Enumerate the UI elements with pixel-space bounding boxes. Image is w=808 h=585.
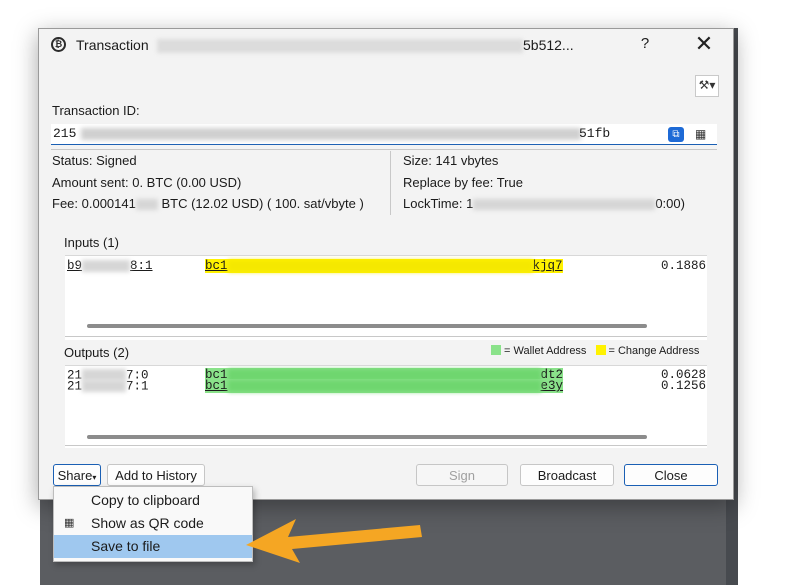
annotation-arrow-icon	[246, 519, 422, 563]
change-address-swatch	[595, 345, 606, 355]
size-text: Size: 141 vbytes	[403, 153, 499, 168]
add-to-history-button[interactable]: Add to History	[107, 464, 205, 486]
window-title: Transaction	[76, 37, 149, 53]
inputs-horizontal-scrollbar[interactable]	[87, 324, 647, 328]
outputs-bottom-separator	[65, 445, 707, 446]
address-legend: = Wallet Address = Change Address	[491, 345, 699, 357]
output-row-1-address[interactable]: bc1 e3y	[205, 379, 564, 394]
input-outpoint[interactable]: b9 8:1	[67, 259, 153, 273]
fee-suffix: BTC (12.02 USD) ( 100. sat/vbyte )	[161, 196, 364, 211]
copy-icon[interactable]: ⧉	[668, 127, 684, 142]
desktop-background-right	[738, 0, 808, 585]
chevron-down-icon: ▾	[92, 473, 97, 482]
amount-sent-text: Amount sent: 0. BTC (0.00 USD)	[52, 175, 242, 190]
share-button-label: Share	[57, 468, 93, 483]
sign-button[interactable]: Sign	[416, 464, 508, 486]
outputs-horizontal-scrollbar[interactable]	[87, 435, 647, 439]
share-button[interactable]: Share▾	[53, 464, 101, 486]
inputs-header: Inputs (1)	[64, 235, 119, 250]
locktime-prefix: LockTime: 1	[403, 196, 474, 211]
fee-prefix: Fee: 0.000141	[52, 196, 136, 211]
menu-item-copy-to-clipboard[interactable]: Copy to clipboard	[54, 489, 252, 512]
inputs-list[interactable]: b9 8:1 bc1 kjq7 0.1886	[65, 255, 707, 340]
replace-by-fee-text: Replace by fee: True	[403, 175, 523, 190]
outputs-list[interactable]: 21 7:0 21 7:1 bc1 dt2 bc1 e3y 0.0628 0.1256	[65, 365, 707, 448]
wallet-address-legend: = Wallet Address	[504, 345, 587, 357]
details-separator-top	[51, 149, 717, 150]
txid-start-text: 215	[53, 126, 77, 141]
desktop-background-left	[0, 0, 40, 585]
change-address-legend: = Change Address	[608, 345, 700, 357]
redacted-title-text	[157, 39, 523, 53]
redacted-fee-digits	[135, 199, 158, 211]
output-row-1-amount: 0.1256	[661, 379, 707, 393]
desktop-background-top	[0, 0, 808, 28]
transaction-id-field[interactable]: 215 51fb	[51, 124, 717, 145]
output-row-1-outpoint[interactable]: 21 7:1	[67, 380, 149, 393]
electrum-app-icon: ₿	[51, 37, 66, 52]
redacted-locktime	[473, 199, 656, 211]
transaction-dialog: ₿ Transaction 5b512... ? ✕ ⚒▾ Transactio…	[38, 28, 734, 500]
transaction-id-label: Transaction ID:	[52, 103, 140, 118]
wallet-address-highlight: bc1 e3y	[205, 379, 564, 394]
status-text: Status: Signed	[52, 153, 137, 168]
qr-code-icon[interactable]: ▦	[695, 127, 709, 141]
fee-text: Fee: 0.000141 BTC (12.02 USD) ( 100. sat…	[52, 196, 364, 211]
share-menu: Copy to clipboard ▦ Show as QR code Save…	[53, 486, 253, 562]
locktime-suffix: 0:00)	[655, 196, 685, 211]
input-address[interactable]: bc1 kjq7	[205, 259, 563, 274]
tools-icon[interactable]: ⚒▾	[695, 75, 719, 97]
locktime-text: LockTime: 1 0:00)	[403, 196, 685, 211]
details-column-divider	[390, 151, 391, 215]
window-title-suffix: 5b512...	[523, 37, 574, 53]
change-address-highlight: bc1 kjq7	[205, 259, 563, 274]
input-amount: 0.1886	[661, 259, 707, 273]
outputs-header: Outputs (2)	[64, 345, 130, 360]
input-row[interactable]: b9 8:1	[67, 260, 153, 273]
help-button[interactable]: ?	[636, 35, 654, 55]
qr-code-icon: ▦	[64, 517, 75, 529]
txid-end-text: 51fb	[579, 126, 611, 141]
wallet-address-swatch	[491, 345, 501, 355]
broadcast-button[interactable]: Broadcast	[520, 464, 614, 486]
title-bar[interactable]: ₿ Transaction 5b512... ? ✕	[39, 29, 733, 63]
menu-item-show-as-qr-code[interactable]: ▦ Show as QR code	[54, 512, 252, 535]
close-button[interactable]: Close	[624, 464, 718, 486]
window-close-icon[interactable]: ✕	[692, 31, 716, 57]
menu-item-save-to-file[interactable]: Save to file	[54, 535, 252, 558]
inputs-outputs-separator	[65, 336, 707, 337]
redacted-txid	[81, 128, 581, 140]
